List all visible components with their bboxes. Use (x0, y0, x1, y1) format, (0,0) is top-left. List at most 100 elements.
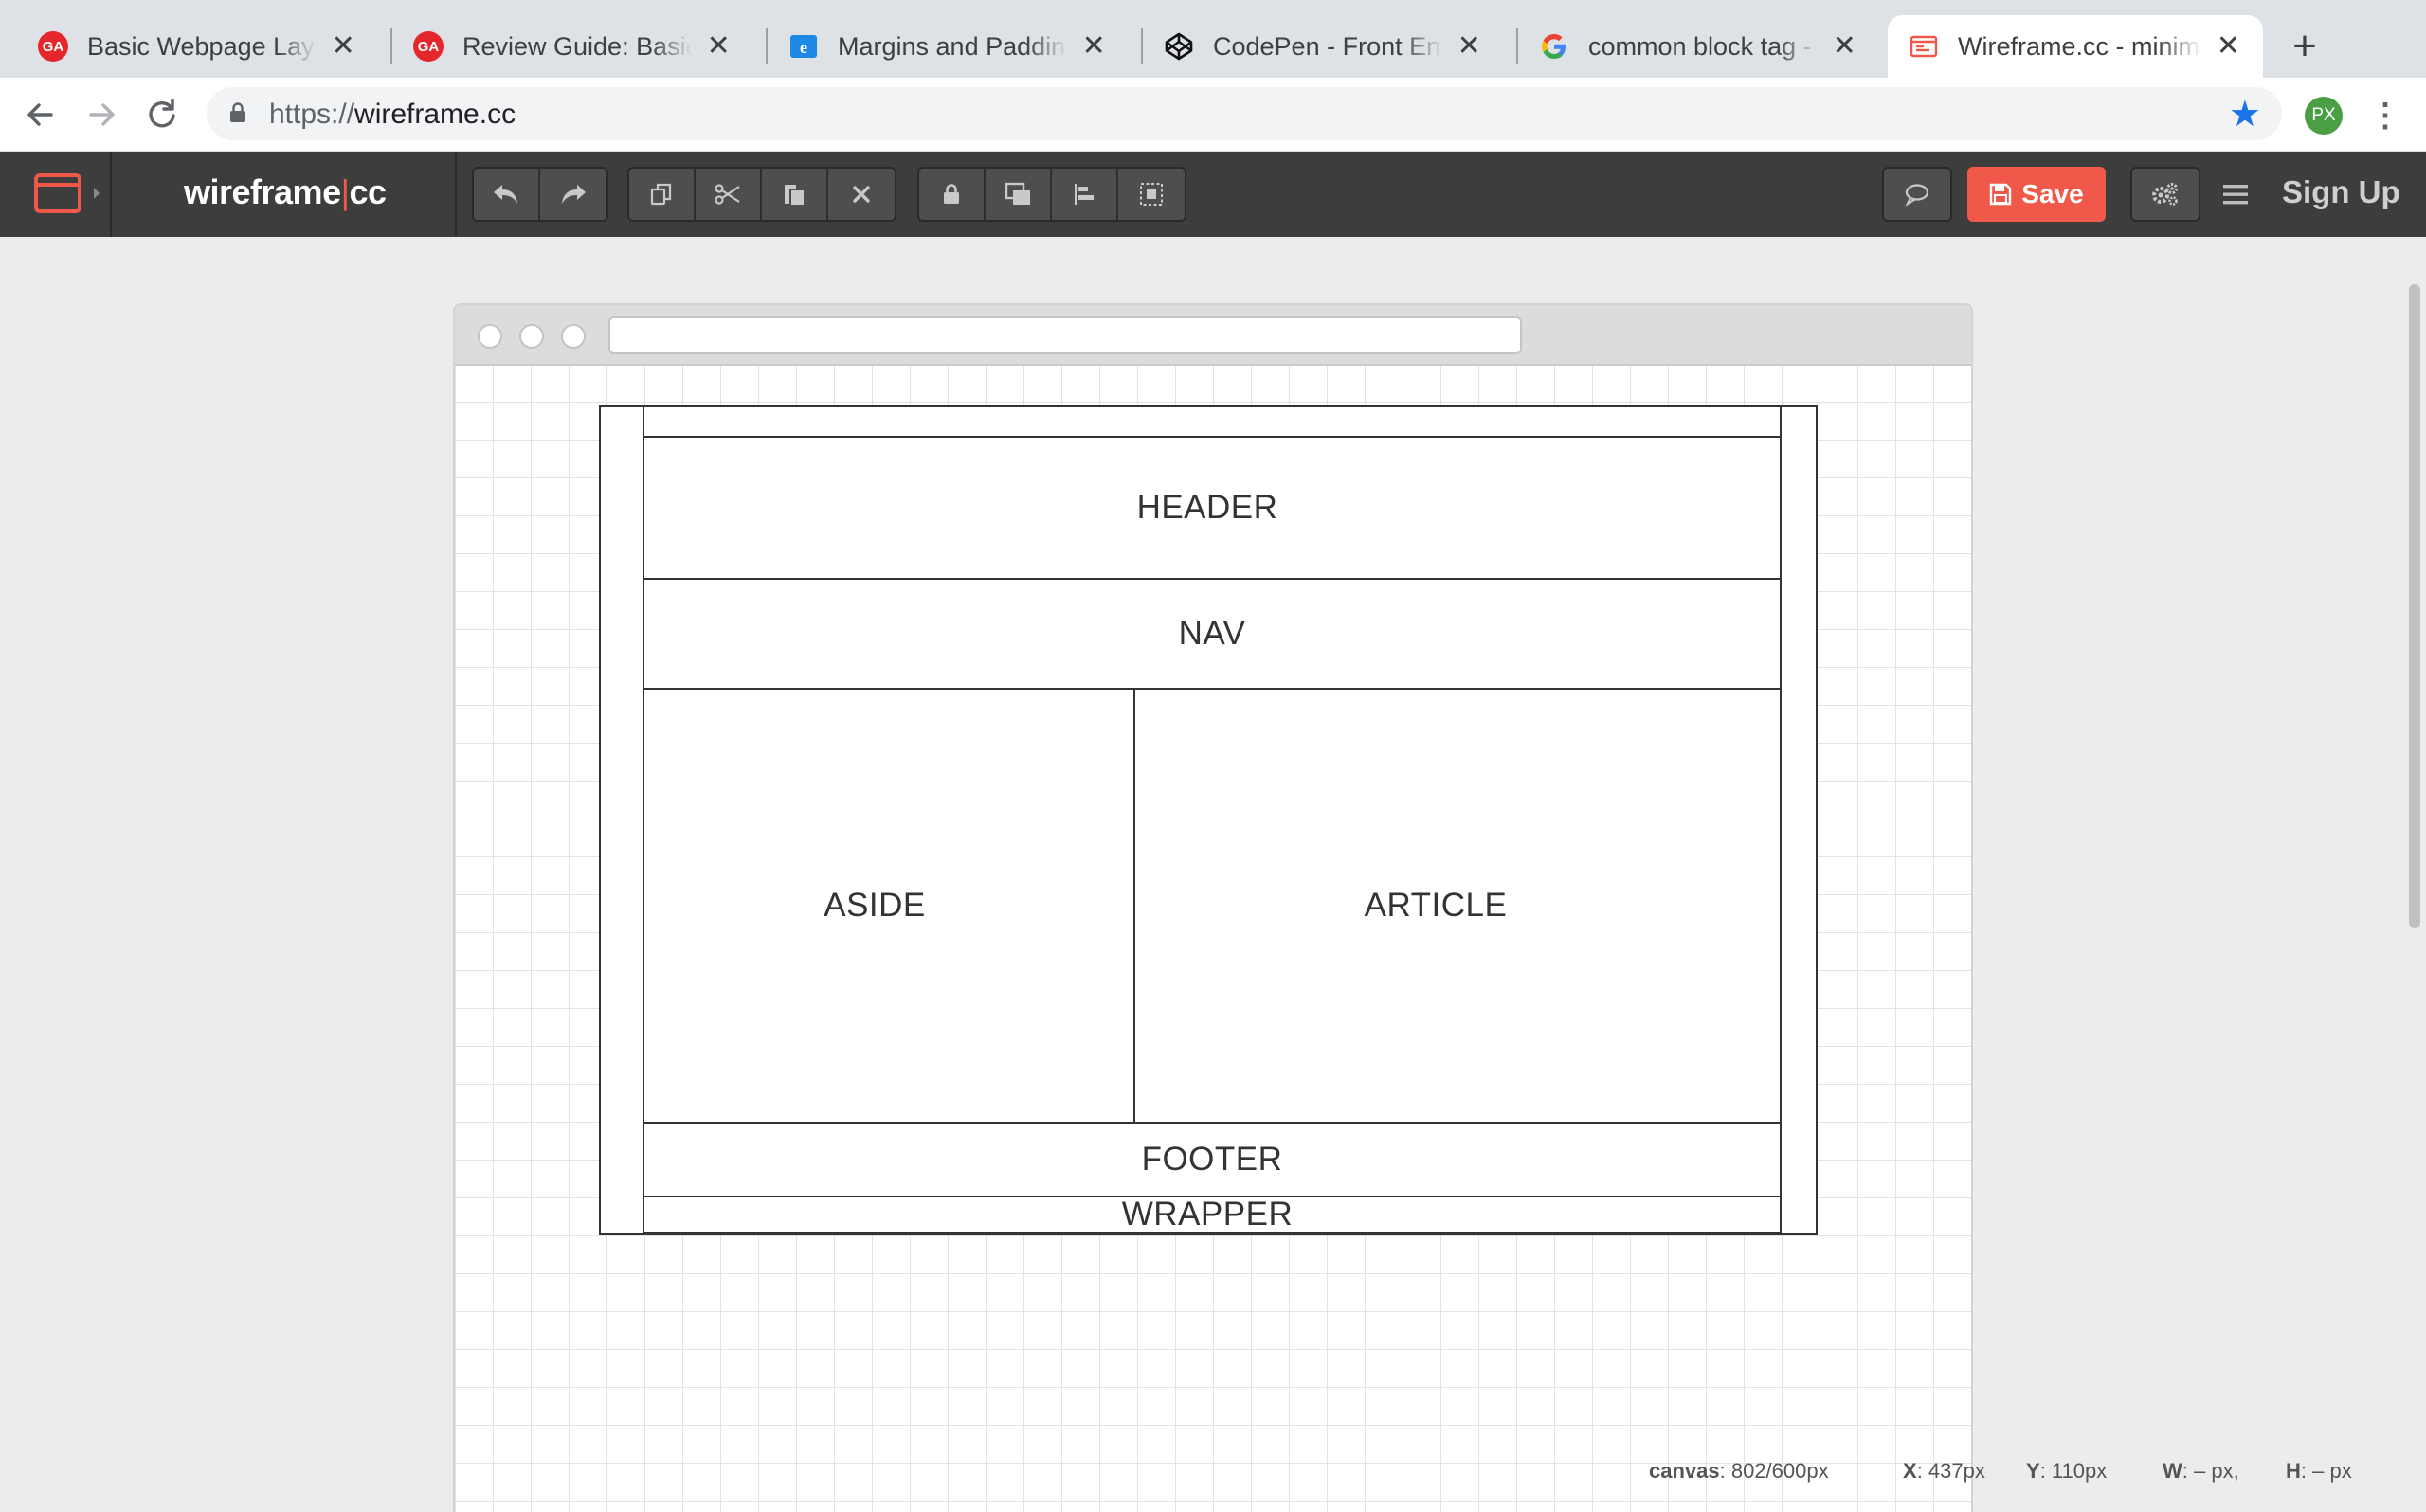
tab-title: Margins and Padding | Internet (838, 31, 1067, 61)
bookmark-star-icon[interactable]: ★ (2229, 97, 2261, 133)
app-toolbar: wireframe|cc Save Sign Up (0, 152, 2426, 237)
wrapper-label: WRAPPER (1121, 1196, 1294, 1233)
align-button[interactable] (1052, 169, 1118, 220)
app-logo: wireframe|cc (184, 172, 387, 211)
ie-logo-icon: e (788, 31, 819, 62)
header-label: HEADER (1136, 489, 1278, 526)
group-icon (1140, 183, 1163, 206)
group-button[interactable] (1118, 169, 1185, 220)
url-scheme: https:// (269, 99, 355, 130)
tab-wireframe-cc[interactable]: Wireframe.cc - minimal ✕ (1888, 15, 2263, 78)
y-coordinate-readout: Y: 110px (2026, 1459, 2108, 1483)
status-bar: canvas: 802/600px X: 437px Y: 110px W: –… (1649, 1449, 2407, 1491)
article-box[interactable]: ARTICLE (1133, 688, 1782, 1124)
delete-button[interactable] (828, 169, 895, 220)
close-icon[interactable]: ✕ (1456, 32, 1482, 61)
workspace: HEADER NAV ASIDE ARTICLE FOOTER WRAPPER (0, 237, 2426, 1512)
copy-button[interactable] (629, 169, 696, 220)
speech-bubble-icon (1905, 184, 1929, 207)
google-logo-icon (1539, 31, 1569, 62)
lock-icon (944, 184, 959, 204)
browser-tab-strip: GA Basic Webpage Layout ✕ GA Review Guid… (0, 0, 2426, 78)
footer-box[interactable]: FOOTER (643, 1122, 1782, 1197)
aside-box[interactable]: ASIDE (643, 688, 1135, 1124)
lock-button[interactable] (919, 169, 986, 220)
window-dot (561, 324, 586, 349)
app-menu-button[interactable] (0, 152, 112, 237)
comment-button[interactable] (1884, 169, 1950, 220)
ga-logo-icon: GA (38, 31, 68, 62)
cut-button[interactable] (696, 169, 762, 220)
article-label: ARTICLE (1364, 887, 1508, 924)
tab-google-search[interactable]: common block tag - Google ✕ (1501, 15, 1878, 78)
close-icon[interactable]: ✕ (1080, 32, 1107, 61)
vertical-scrollbar[interactable] (2409, 284, 2420, 928)
bring-to-front-button[interactable] (986, 169, 1052, 220)
drawing-canvas[interactable]: HEADER NAV ASIDE ARTICLE FOOTER WRAPPER (455, 366, 1971, 1512)
settings-button[interactable] (2132, 169, 2199, 220)
codepen-logo-icon (1164, 31, 1194, 62)
arrow-left-icon (27, 103, 53, 126)
more-vert-icon[interactable]: ⋮ (2369, 95, 2401, 136)
toolbar-divider (455, 152, 457, 237)
tab-title: Basic Webpage Layout (87, 31, 317, 61)
close-icon[interactable]: ✕ (330, 32, 356, 61)
wrapper-label-box[interactable]: WRAPPER (643, 1196, 1782, 1233)
tab-review-guide[interactable]: GA Review Guide: Basic Webpage ✕ (375, 15, 752, 78)
ga-logo-icon: GA (413, 31, 444, 62)
paste-button[interactable] (762, 169, 828, 220)
window-dot (519, 324, 544, 349)
mock-browser-titlebar (455, 305, 1971, 366)
floppy-disk-icon (1990, 183, 2012, 206)
paste-icon (785, 185, 804, 205)
tab-title: CodePen - Front End Developer (1213, 31, 1442, 61)
tab-margins-and-padding[interactable]: e Margins and Padding | Internet ✕ (751, 15, 1128, 78)
tab-codepen[interactable]: CodePen - Front End Developer ✕ (1126, 15, 1503, 78)
undo-icon (494, 185, 517, 204)
undo-button[interactable] (474, 169, 540, 220)
close-icon[interactable]: ✕ (705, 32, 732, 61)
back-button[interactable] (19, 93, 63, 136)
svg-text:e: e (800, 38, 807, 57)
tab-basic-webpage-layout[interactable]: GA Basic Webpage Layout ✕ (0, 15, 377, 78)
delete-icon (853, 186, 870, 203)
address-bar: https://wireframe.cc ★ PX ⋮ (0, 78, 2426, 152)
save-label: Save (2021, 179, 2084, 208)
url-omnibox[interactable]: https://wireframe.cc ★ (207, 87, 2282, 140)
mock-url-bar (608, 316, 1522, 354)
canvas-size-readout: canvas: 802/600px (1649, 1459, 1829, 1483)
close-icon[interactable]: ✕ (1831, 32, 1857, 61)
clipboard-button-group (627, 167, 896, 222)
lock-icon (230, 102, 245, 122)
tab-title: common block tag - Google (1588, 31, 1818, 61)
cut-icon (715, 184, 740, 205)
hamburger-menu-icon[interactable] (2221, 176, 2250, 212)
arrow-right-icon (89, 103, 115, 126)
close-icon[interactable]: ✕ (2215, 32, 2242, 61)
x-coordinate-readout: X: 437px (1903, 1459, 1985, 1483)
redo-button[interactable] (540, 169, 606, 220)
save-button[interactable]: Save (1967, 167, 2106, 222)
nav-label: NAV (1178, 615, 1246, 652)
profile-avatar[interactable]: PX (2305, 97, 2343, 135)
sign-up-link[interactable]: Sign Up (2282, 174, 2400, 210)
new-tab-button[interactable]: + (2284, 21, 2326, 72)
wireframe-browser-frame: HEADER NAV ASIDE ARTICLE FOOTER WRAPPER (453, 303, 1973, 1512)
bring-to-front-icon (1005, 182, 1030, 205)
nav-box[interactable]: NAV (643, 578, 1782, 690)
tab-title: Wireframe.cc - minimal (1958, 31, 2201, 61)
settings-button-group (2130, 167, 2200, 222)
header-box[interactable]: HEADER (643, 436, 1782, 580)
forward-button[interactable] (80, 93, 123, 136)
redo-icon (562, 185, 586, 204)
reload-button[interactable] (140, 93, 184, 136)
width-readout: W: – px, (2163, 1459, 2239, 1483)
wireframe-logo-icon (1909, 31, 1939, 62)
copy-icon (650, 183, 672, 206)
align-left-icon (1075, 184, 1094, 205)
top-strip-box[interactable] (643, 405, 1782, 438)
arrange-button-group (917, 167, 1186, 222)
footer-label: FOOTER (1141, 1141, 1283, 1178)
gears-icon (2152, 183, 2178, 206)
comment-button-group (1882, 167, 1952, 222)
